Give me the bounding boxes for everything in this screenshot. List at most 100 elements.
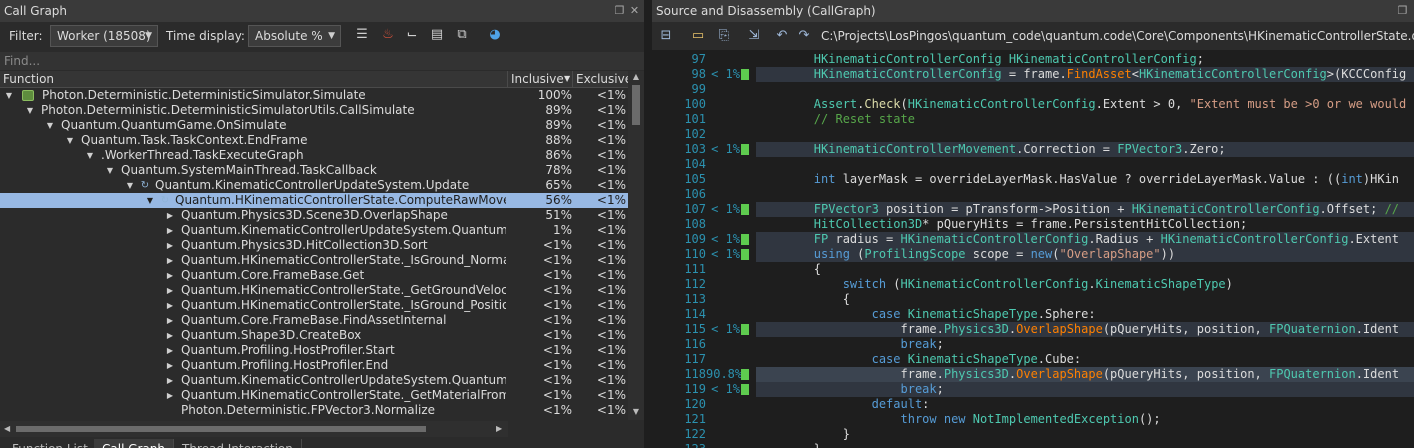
- code-line[interactable]: 105 int layerMask = overrideLayerMask.Ha…: [652, 172, 1414, 187]
- scroll-right-icon[interactable]: ▶: [496, 424, 502, 433]
- chevron-down-icon[interactable]: ▼: [25, 103, 35, 118]
- table-row[interactable]: ▶ Quantum.Physics3D.Scene3D.OverlapShape 5…: [0, 208, 628, 223]
- table-row[interactable]: ▼ Quantum.Task.TaskContext.EndFrame 88% <1%: [0, 133, 628, 148]
- time-display-dropdown[interactable]: Absolute % ▼: [248, 25, 341, 47]
- call-graph-horizontal-scrollbar[interactable]: ◀ ▶: [0, 421, 508, 437]
- chevron-right-icon[interactable]: ▶: [165, 358, 175, 373]
- code-line[interactable]: 102: [652, 127, 1414, 142]
- table-row[interactable]: ▼ Quantum.SystemMainThread.TaskCallback 78…: [0, 163, 628, 178]
- close-icon[interactable]: ✕: [628, 3, 641, 18]
- tab-thread-interaction[interactable]: Thread Interaction: [174, 439, 302, 448]
- chevron-down-icon[interactable]: ▼: [105, 163, 115, 178]
- chevron-right-icon[interactable]: ▶: [165, 223, 175, 238]
- code-line[interactable]: 119 < 1% break;: [652, 382, 1414, 397]
- chevron-down-icon[interactable]: ▼: [125, 178, 135, 193]
- scroll-up-icon[interactable]: ▲: [631, 72, 641, 81]
- table-row[interactable]: ▼ ↻ Quantum.KinematicControllerUpdateSyste…: [0, 178, 628, 193]
- tab-function-list[interactable]: Function List: [4, 439, 97, 448]
- scroll-thumb[interactable]: [632, 85, 640, 125]
- filter-dropdown[interactable]: Worker (18508) ▼: [50, 25, 158, 47]
- table-row[interactable]: ▶ Quantum.Profiling.HostProfiler.Start <1%…: [0, 343, 628, 358]
- source-view-icon[interactable]: ⊟: [658, 28, 674, 44]
- code-line[interactable]: 104: [652, 157, 1414, 172]
- table-row[interactable]: ▶ Quantum.HKinematicControllerState._GetM…: [0, 388, 628, 403]
- flame-icon[interactable]: ♨: [380, 27, 396, 43]
- table-row[interactable]: ▼ ↻ Quantum.HKinematicControllerState.Comp…: [0, 193, 628, 208]
- code-line[interactable]: 116 break;: [652, 337, 1414, 352]
- chevron-right-icon[interactable]: ▶: [165, 208, 175, 223]
- chevron-right-icon[interactable]: ▶: [165, 253, 175, 268]
- code-line[interactable]: 117 case KinematicShapeType.Cube:: [652, 352, 1414, 367]
- code-line[interactable]: 111 {: [652, 262, 1414, 277]
- code-line[interactable]: 113 {: [652, 292, 1414, 307]
- code-line[interactable]: 123 }: [652, 442, 1414, 448]
- code-line[interactable]: 99: [652, 82, 1414, 97]
- table-row[interactable]: Photon.Deterministic.FPVector3.Normalize…: [0, 403, 628, 418]
- panel-splitter[interactable]: [644, 0, 652, 448]
- new-document-icon[interactable]: ⎘: [716, 28, 732, 44]
- table-row[interactable]: ▼ Quantum.QuantumGame.OnSimulate 89% <1%: [0, 118, 628, 133]
- chevron-right-icon[interactable]: ▶: [165, 373, 175, 388]
- code-line[interactable]: 114 case KinematicShapeType.Sphere:: [652, 307, 1414, 322]
- table-row[interactable]: ▶ Quantum.Physics3D.HitCollection3D.Sort <…: [0, 238, 628, 253]
- chevron-down-icon[interactable]: ▼: [45, 118, 55, 133]
- code-line[interactable]: 115 < 1% frame.Physics3D.OverlapShape(pQu…: [652, 322, 1414, 337]
- column-function[interactable]: Function: [0, 71, 508, 87]
- copy-icon[interactable]: ⧉: [454, 27, 470, 43]
- code-line[interactable]: 110 < 1% using (ProfilingScope scope = ne…: [652, 247, 1414, 262]
- tab-call-graph[interactable]: Call Graph: [94, 439, 175, 448]
- code-line[interactable]: 103 < 1% HKinematicControllerMovement.Cor…: [652, 142, 1414, 157]
- code-line[interactable]: 106: [652, 187, 1414, 202]
- tree-expand-icon[interactable]: ⌙: [404, 27, 420, 43]
- chevron-right-icon[interactable]: ▶: [165, 298, 175, 313]
- chevron-right-icon[interactable]: ▶: [165, 313, 175, 328]
- open-external-icon[interactable]: ⇲: [746, 28, 762, 44]
- table-row[interactable]: ▼ .WorkerThread.TaskExecuteGraph 86% <1%: [0, 148, 628, 163]
- chevron-right-icon[interactable]: ▶: [165, 238, 175, 253]
- find-input[interactable]: Find...: [0, 52, 644, 70]
- code-line[interactable]: 100 Assert.Check(HKinematicControllerCon…: [652, 97, 1414, 112]
- forward-icon[interactable]: ↷: [796, 28, 812, 44]
- chevron-right-icon[interactable]: ▶: [165, 328, 175, 343]
- code-line[interactable]: 107 < 1% FPVector3 position = pTransform-…: [652, 202, 1414, 217]
- table-row[interactable]: ▶ Quantum.HKinematicControllerState._IsGr…: [0, 298, 628, 313]
- code-line[interactable]: 122 }: [652, 427, 1414, 442]
- scroll-down-icon[interactable]: ▼: [631, 407, 641, 416]
- chevron-down-icon[interactable]: ▼: [65, 133, 75, 148]
- scroll-left-icon[interactable]: ◀: [4, 424, 10, 433]
- restore-icon[interactable]: ❐: [613, 3, 626, 18]
- chevron-down-icon[interactable]: ▼: [85, 148, 95, 163]
- code-line[interactable]: 112 switch (HKinematicControllerConfig.K…: [652, 277, 1414, 292]
- code-line[interactable]: 98 < 1% HKinematicControllerConfig = fram…: [652, 67, 1414, 82]
- chevron-right-icon[interactable]: ▶: [165, 388, 175, 403]
- code-line[interactable]: 118 90.8% frame.Physics3D.OverlapShape(pQ…: [652, 367, 1414, 382]
- restore-icon[interactable]: ❐: [1396, 3, 1409, 18]
- column-inclusive[interactable]: Inclusive ▼: [507, 71, 573, 87]
- table-row[interactable]: ▶ Quantum.Core.FrameBase.Get <1% <1%: [0, 268, 628, 283]
- scroll-thumb[interactable]: [16, 426, 426, 432]
- code-line[interactable]: 97 HKinematicControllerConfig HKinematic…: [652, 52, 1414, 67]
- column-exclusive[interactable]: Exclusive: [572, 71, 632, 87]
- chevron-right-icon[interactable]: ▶: [165, 283, 175, 298]
- code-line[interactable]: 109 < 1% FP radius = HKinematicController…: [652, 232, 1414, 247]
- chevron-right-icon[interactable]: ▶: [165, 343, 175, 358]
- color-wheel-icon[interactable]: ◕: [487, 27, 503, 43]
- hierarchy-icon[interactable]: ☰: [354, 27, 370, 43]
- back-icon[interactable]: ↶: [774, 28, 790, 44]
- code-line[interactable]: 121 throw new NotImplementedException();: [652, 412, 1414, 427]
- table-row[interactable]: ▶ Quantum.HKinematicControllerState._GetG…: [0, 283, 628, 298]
- chevron-down-icon[interactable]: ▼: [4, 88, 14, 103]
- chevron-right-icon[interactable]: ▶: [165, 268, 175, 283]
- code-line[interactable]: 120 default:: [652, 397, 1414, 412]
- code-line[interactable]: 108 HitCollection3D* pQueryHits = frame.…: [652, 217, 1414, 232]
- call-graph-vertical-scrollbar[interactable]: ▲ ▼: [628, 71, 644, 420]
- table-row[interactable]: ▶ Quantum.KinematicControllerUpdateSystem…: [0, 373, 628, 388]
- table-row[interactable]: ▼ Photon.Deterministic.DeterministicSimul…: [0, 88, 628, 103]
- table-row[interactable]: ▼ Photon.Deterministic.DeterministicSimul…: [0, 103, 628, 118]
- code-line[interactable]: 101 // Reset state: [652, 112, 1414, 127]
- table-row[interactable]: ▶ Quantum.HKinematicControllerState._IsGr…: [0, 253, 628, 268]
- table-icon[interactable]: ▤: [429, 27, 445, 43]
- open-folder-icon[interactable]: ▭: [690, 28, 706, 44]
- table-row[interactable]: ▶ Quantum.Profiling.HostProfiler.End <1% <1…: [0, 358, 628, 373]
- chevron-down-icon[interactable]: ▼: [145, 193, 155, 208]
